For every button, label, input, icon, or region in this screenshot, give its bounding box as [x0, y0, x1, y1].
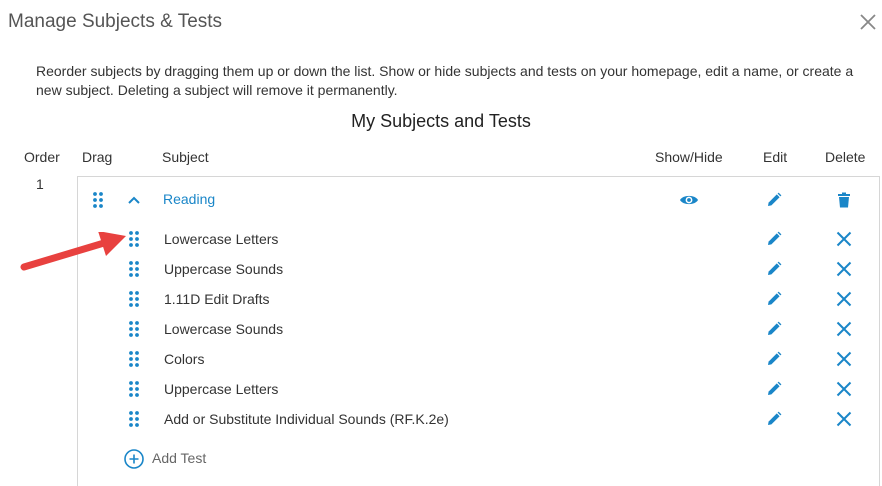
test-row: Lowercase Sounds: [0, 314, 882, 344]
pencil-icon[interactable]: [765, 260, 783, 278]
test-row: Add or Substitute Individual Sounds (RF.…: [0, 404, 882, 434]
section-title: My Subjects and Tests: [351, 111, 531, 131]
close-icon[interactable]: [856, 10, 880, 34]
subject-order-number: 1: [36, 176, 44, 192]
test-row: Lowercase Letters: [0, 224, 882, 254]
pencil-icon[interactable]: [765, 410, 783, 428]
drag-handle-icon[interactable]: [128, 410, 140, 428]
drag-handle-icon[interactable]: [128, 350, 140, 368]
drag-handle-icon[interactable]: [128, 290, 140, 308]
pencil-icon[interactable]: [765, 320, 783, 338]
test-row: 1.11D Edit Drafts: [0, 284, 882, 314]
subject-name-reading[interactable]: Reading: [163, 191, 215, 207]
drag-handle-icon[interactable]: [92, 191, 104, 209]
x-icon[interactable]: [835, 260, 853, 278]
test-row: Colors: [0, 344, 882, 374]
trash-icon[interactable]: [835, 191, 853, 209]
test-name: Uppercase Sounds: [164, 261, 284, 277]
plus-circle-icon: [124, 449, 144, 469]
column-header-order: Order: [24, 149, 60, 165]
x-icon[interactable]: [835, 410, 853, 428]
x-icon[interactable]: [835, 230, 853, 248]
test-name: Add or Substitute Individual Sounds (RF.…: [164, 411, 449, 427]
drag-handle-icon[interactable]: [128, 380, 140, 398]
column-header-show-hide: Show/Hide: [655, 149, 723, 165]
chevron-up-icon[interactable]: [125, 191, 143, 209]
test-name: Colors: [164, 351, 205, 367]
test-name: Uppercase Letters: [164, 381, 279, 397]
x-icon[interactable]: [835, 350, 853, 368]
drag-handle-icon[interactable]: [128, 320, 140, 338]
x-icon[interactable]: [835, 290, 853, 308]
column-header-edit: Edit: [763, 149, 788, 165]
pencil-icon[interactable]: [765, 350, 783, 368]
column-header-delete: Delete: [825, 149, 866, 165]
test-row: Uppercase Letters: [0, 374, 882, 404]
eye-icon[interactable]: [679, 191, 699, 209]
test-name: 1.11D Edit Drafts: [164, 291, 270, 307]
dialog-title: Manage Subjects & Tests: [8, 11, 223, 32]
x-icon[interactable]: [835, 320, 853, 338]
add-test-label: Add Test: [152, 450, 207, 466]
test-name: Lowercase Sounds: [164, 321, 284, 337]
pencil-icon[interactable]: [765, 191, 783, 209]
pencil-icon[interactable]: [765, 230, 783, 248]
dialog-description: Reorder subjects by dragging them up or …: [36, 63, 854, 98]
pencil-icon[interactable]: [765, 380, 783, 398]
x-icon[interactable]: [835, 380, 853, 398]
column-header-drag: Drag: [82, 149, 113, 165]
annotation-arrow: [20, 232, 126, 271]
pencil-icon[interactable]: [765, 290, 783, 308]
test-name: Lowercase Letters: [164, 231, 279, 247]
test-row: Uppercase Sounds: [0, 254, 882, 284]
column-header-subject: Subject: [162, 149, 209, 165]
